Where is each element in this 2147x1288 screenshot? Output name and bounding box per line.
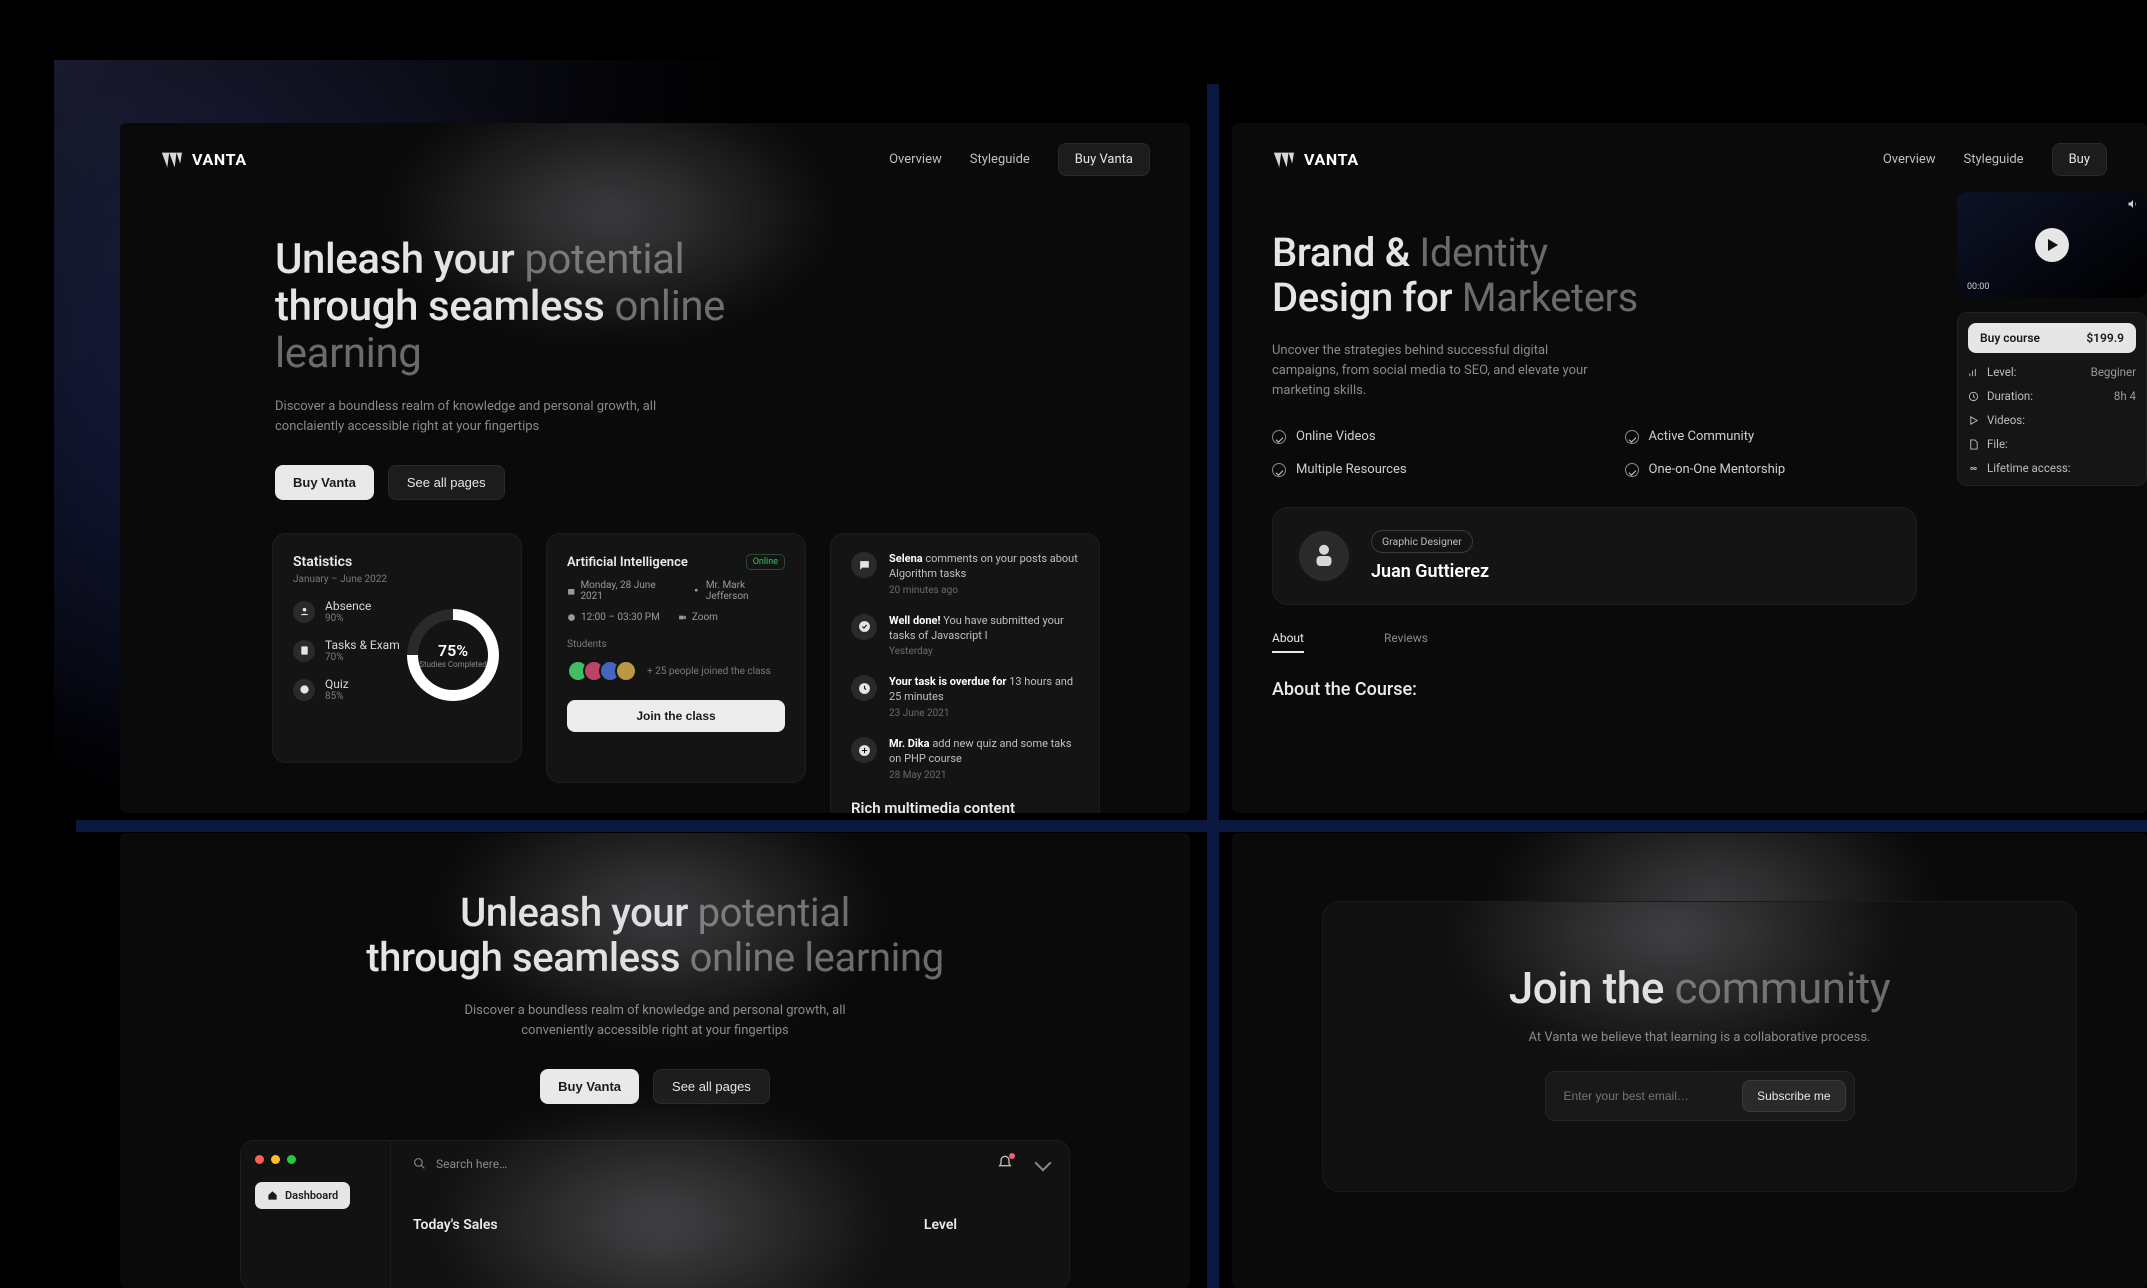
course-feature: One-on-One Mentorship (1625, 462, 1918, 477)
logo-icon (160, 149, 182, 171)
buy-vanta-button[interactable]: Buy Vanta (275, 465, 374, 500)
today-sales-label: Today's Sales (413, 1217, 498, 1233)
logo-icon (1272, 149, 1294, 171)
window-min-icon (271, 1155, 280, 1164)
clipboard-icon (293, 640, 315, 662)
stats-title: Statistics (293, 554, 501, 570)
join-card: Join the community At Vanta we believe t… (1322, 901, 2077, 1192)
brand: VANTA (1272, 149, 1359, 171)
person-icon (692, 587, 700, 596)
video-icon (678, 613, 687, 622)
nav-buy-button[interactable]: Buy (2052, 143, 2107, 176)
clock-icon (567, 613, 576, 622)
quiz-icon (293, 679, 315, 701)
check-circle-icon (1625, 463, 1639, 477)
chevron-down-icon[interactable] (1035, 1154, 1052, 1171)
home-icon (267, 1190, 278, 1201)
course-feature: Active Community (1625, 429, 1918, 444)
feed-item[interactable]: Well done! You have submitted your tasks… (851, 614, 1079, 658)
brand: VANTA (160, 149, 247, 171)
level-icon (1968, 367, 1979, 378)
course-detail-panel: VANTA Overview Styleguide Buy Brand & Id… (1232, 123, 2147, 813)
course-price: $199.9 (2086, 331, 2124, 345)
hero-sub: Discover a boundless realm of knowledge … (275, 397, 715, 437)
hero-title: Unleash your potential through seamless … (275, 236, 840, 377)
volume-icon (2127, 198, 2139, 210)
check-icon (851, 614, 877, 640)
play-icon[interactable] (2035, 228, 2069, 262)
class-card: Artificial Intelligence Online Monday, 2… (546, 533, 806, 783)
join-class-button[interactable]: Join the class (567, 700, 785, 732)
course-feature: Multiple Resources (1272, 462, 1565, 477)
course-feature: Online Videos (1272, 429, 1565, 444)
feed-item[interactable]: Selena comments on your posts about Algo… (851, 552, 1079, 596)
email-field[interactable] (1564, 1089, 1743, 1103)
search-input[interactable]: Search here… (413, 1157, 1047, 1171)
feed-item[interactable]: Mr. Dika add new quiz and some taks on P… (851, 737, 1079, 781)
sidebar-item-dashboard[interactable]: Dashboard (255, 1182, 350, 1209)
dashboard-mock: Dashboard Search here… Today's Sales (240, 1140, 1070, 1288)
check-circle-icon (1272, 430, 1286, 444)
nav-styleguide[interactable]: Styleguide (970, 152, 1030, 167)
infinity-icon (1968, 463, 1979, 474)
buy-course-button[interactable]: Buy course (1980, 331, 2040, 345)
plus-icon (851, 737, 877, 763)
stats-card: Statistics January – June 2022 Absence90… (272, 533, 522, 763)
file-icon (1968, 439, 1979, 450)
author-avatar-icon (1299, 531, 1349, 581)
progress-ring: 75% Studies Completed (407, 609, 499, 701)
join-sub: At Vanta we believe that learning is a c… (1363, 1030, 2036, 1045)
window-max-icon (287, 1155, 296, 1164)
see-all-pages-button[interactable]: See all pages (388, 465, 505, 500)
join-title: Join the community (1363, 962, 2036, 1014)
brand-name: VANTA (192, 150, 247, 169)
clock-icon (1968, 391, 1979, 402)
calendar-icon (567, 587, 575, 596)
play-icon (1968, 415, 1979, 426)
course-title: Brand & Identity Design for Marketers (1272, 231, 1917, 321)
about-heading: About the Course: (1272, 679, 1917, 700)
feed-title: Rich multimedia content (851, 799, 1079, 813)
nav-overview[interactable]: Overview (889, 152, 942, 167)
course-video-preview[interactable]: 00:00 (1957, 192, 2147, 298)
clock-icon (851, 675, 877, 701)
check-circle-icon (1272, 463, 1286, 477)
stats-range: January – June 2022 (293, 574, 501, 585)
level-label: Level (924, 1217, 957, 1233)
top-nav: VANTA Overview Styleguide Buy Vanta (120, 123, 1190, 176)
person-icon (293, 601, 315, 623)
subscribe-button[interactable]: Subscribe me (1742, 1080, 1845, 1112)
author-card: Graphic Designer Juan Guttierez (1272, 507, 1917, 605)
landing-hero-panel: VANTA Overview Styleguide Buy Vanta Unle… (120, 123, 1190, 813)
author-role-badge: Graphic Designer (1371, 530, 1473, 553)
avatar (615, 660, 637, 682)
search-icon (413, 1157, 426, 1170)
bell-icon[interactable] (997, 1155, 1013, 1171)
check-circle-icon (1625, 430, 1639, 444)
course-sub: Uncover the strategies behind successful… (1272, 341, 1612, 401)
activity-feed-card: Selena comments on your posts about Algo… (830, 533, 1100, 813)
nav-buy-button[interactable]: Buy Vanta (1058, 143, 1150, 176)
feed-item[interactable]: Your task is overdue for 13 hours and 25… (851, 675, 1079, 719)
purchase-card: Buy course $199.9 Level:Begginer Duratio… (1957, 312, 2147, 486)
class-title: Artificial Intelligence (567, 555, 688, 570)
window-close-icon (255, 1155, 264, 1164)
chat-icon (851, 552, 877, 578)
nav-styleguide[interactable]: Styleguide (1964, 152, 2024, 167)
tab-reviews[interactable]: Reviews (1384, 631, 1428, 653)
hero-sub: Discover a boundless realm of knowledge … (445, 1001, 865, 1041)
tab-about[interactable]: About (1272, 631, 1304, 653)
see-all-pages-button[interactable]: See all pages (653, 1069, 770, 1104)
nav-overview[interactable]: Overview (1883, 152, 1936, 167)
buy-vanta-button[interactable]: Buy Vanta (540, 1069, 639, 1104)
status-badge: Online (746, 554, 785, 570)
landing-hero-centered-panel: Unleash your potential through seamless … (120, 833, 1190, 1288)
community-panel: Join the community At Vanta we believe t… (1232, 833, 2147, 1288)
author-name: Juan Guttierez (1371, 561, 1489, 582)
hero-title: Unleash your potential through seamless … (120, 891, 1190, 981)
